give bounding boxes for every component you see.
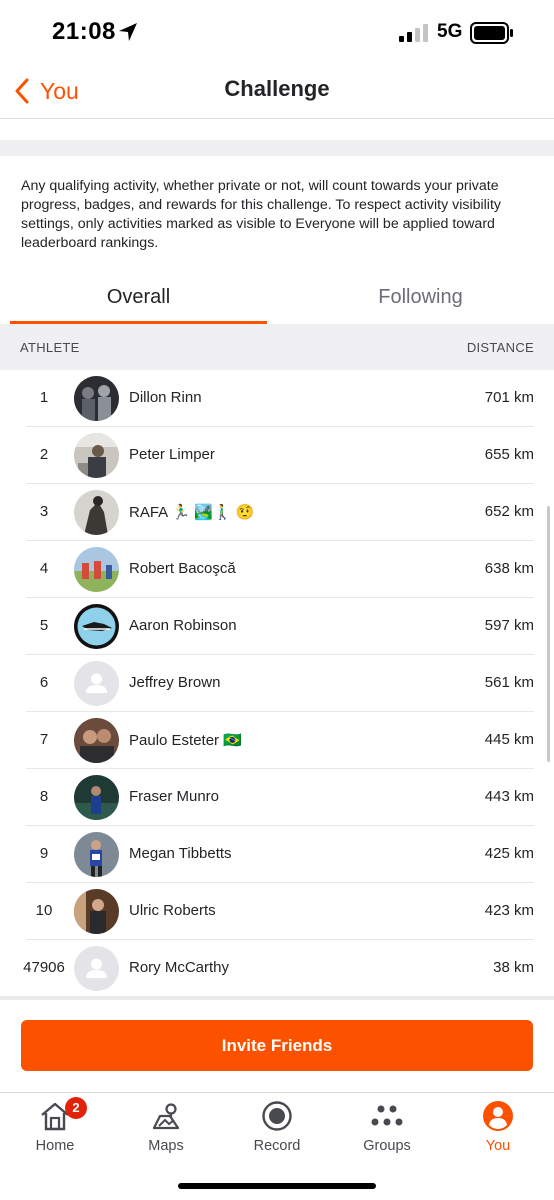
avatar — [74, 775, 119, 820]
athlete-name: Jeffrey Brown — [129, 674, 221, 691]
tab-bar-record[interactable]: Record — [222, 1096, 332, 1166]
athlete-name: Paulo Esteter 🇧🇷 — [129, 732, 242, 749]
network-type: 5G — [437, 21, 463, 42]
athlete-name: Aaron Robinson — [129, 617, 237, 634]
column-header-distance: DISTANCE — [466, 340, 534, 355]
tab-bar-label: Groups — [363, 1138, 411, 1154]
athlete-name: Fraser Munro — [129, 788, 220, 805]
location-arrow-icon — [119, 23, 137, 41]
athlete-name: Ulric Roberts — [129, 902, 216, 919]
athlete-distance: 425 km — [484, 845, 534, 862]
tab-bar-label: You — [485, 1138, 511, 1154]
leaderboard-row[interactable]: 8 Fraser Munro 443 km — [0, 769, 554, 826]
footer-separator — [0, 996, 554, 1000]
page-title: Challenge — [224, 76, 330, 101]
avatar — [74, 718, 119, 763]
tab-following[interactable]: Following — [287, 286, 554, 316]
athlete-name: Peter Limper — [129, 446, 215, 463]
tab-bar-divider — [0, 1092, 554, 1093]
leaderboard-row[interactable]: 5 Aaron Robinson 597 km — [0, 598, 554, 655]
home-indicator — [178, 1183, 376, 1189]
tab-bar-home[interactable]: Home — [0, 1096, 110, 1166]
invite-friends-button[interactable]: Invite Friends — [21, 1020, 533, 1071]
leaderboard-row[interactable]: 7 Paulo Esteter 🇧🇷 445 km — [0, 712, 554, 769]
leaderboard-row[interactable]: 10 Ulric Roberts 423 km — [0, 883, 554, 940]
athlete-distance: 38 km — [493, 959, 534, 976]
tab-bar-label: Record — [253, 1138, 301, 1154]
athlete-distance: 701 km — [484, 389, 534, 406]
athlete-distance: 597 km — [484, 617, 534, 634]
athlete-distance: 443 km — [484, 788, 534, 805]
record-icon — [262, 1101, 292, 1131]
cellular-signal-icon — [399, 24, 428, 42]
visibility-disclaimer: Any qualifying activity, whether private… — [21, 178, 501, 251]
maps-icon — [152, 1103, 180, 1130]
athlete-name: Megan Tibbetts — [129, 845, 232, 862]
athlete-distance: 652 km — [484, 503, 534, 520]
athlete-name: Rory McCarthy — [129, 959, 230, 976]
leaderboard-row[interactable]: 2 Peter Limper 655 km — [0, 427, 554, 484]
leaderboard-row[interactable]: 6 Jeffrey Brown 561 km — [0, 655, 554, 712]
avatar — [74, 889, 119, 934]
athlete-name: Robert Bacoşcă — [129, 560, 236, 577]
notification-badge: 2 — [65, 1097, 87, 1119]
tab-bar-you[interactable]: You — [443, 1096, 553, 1166]
athlete-distance: 561 km — [484, 674, 534, 691]
avatar — [74, 832, 119, 877]
athlete-distance: 638 km — [484, 560, 534, 577]
avatar — [74, 604, 119, 649]
athlete-distance: 655 km — [484, 446, 534, 463]
avatar — [74, 490, 119, 535]
leaderboard-row[interactable]: 47906 Rory McCarthy 38 km — [0, 940, 554, 997]
tab-bar-label: Home — [35, 1138, 75, 1154]
athlete-name: RAFA 🏃‍♂️ 🏞️🚶‍♂️ 🤨 — [129, 504, 255, 521]
tab-bar-groups[interactable]: Groups — [332, 1096, 442, 1166]
avatar — [74, 547, 119, 592]
tab-bar-maps[interactable]: Maps — [111, 1096, 221, 1166]
divider — [0, 118, 554, 119]
scrollbar[interactable] — [547, 506, 550, 762]
leaderboard-row[interactable]: 1 Dillon Rinn 701 km — [0, 370, 554, 427]
athlete-distance: 445 km — [484, 731, 534, 748]
avatar — [74, 433, 119, 478]
battery-icon — [470, 22, 513, 44]
athlete-distance: 423 km — [484, 902, 534, 919]
column-header-athlete: ATHLETE — [20, 340, 80, 355]
avatar — [74, 376, 119, 421]
profile-icon — [483, 1101, 513, 1131]
athlete-name: Dillon Rinn — [129, 389, 202, 406]
status-time: 21:08 — [52, 18, 116, 45]
default-avatar-icon — [74, 661, 119, 706]
leaderboard-row[interactable]: 9 Megan Tibbetts 425 km — [0, 826, 554, 883]
tab-overall[interactable]: Overall — [10, 286, 267, 316]
section-separator — [0, 140, 554, 156]
leaderboard-row[interactable]: 4 Robert Bacoşcă 638 km — [0, 541, 554, 598]
groups-icon — [371, 1105, 403, 1126]
tab-bar-label: Maps — [148, 1138, 184, 1154]
leaderboard-row[interactable]: 3 RAFA 🏃‍♂️ 🏞️🚶‍♂️ 🤨 652 km — [0, 484, 554, 541]
default-avatar-icon — [74, 946, 119, 991]
